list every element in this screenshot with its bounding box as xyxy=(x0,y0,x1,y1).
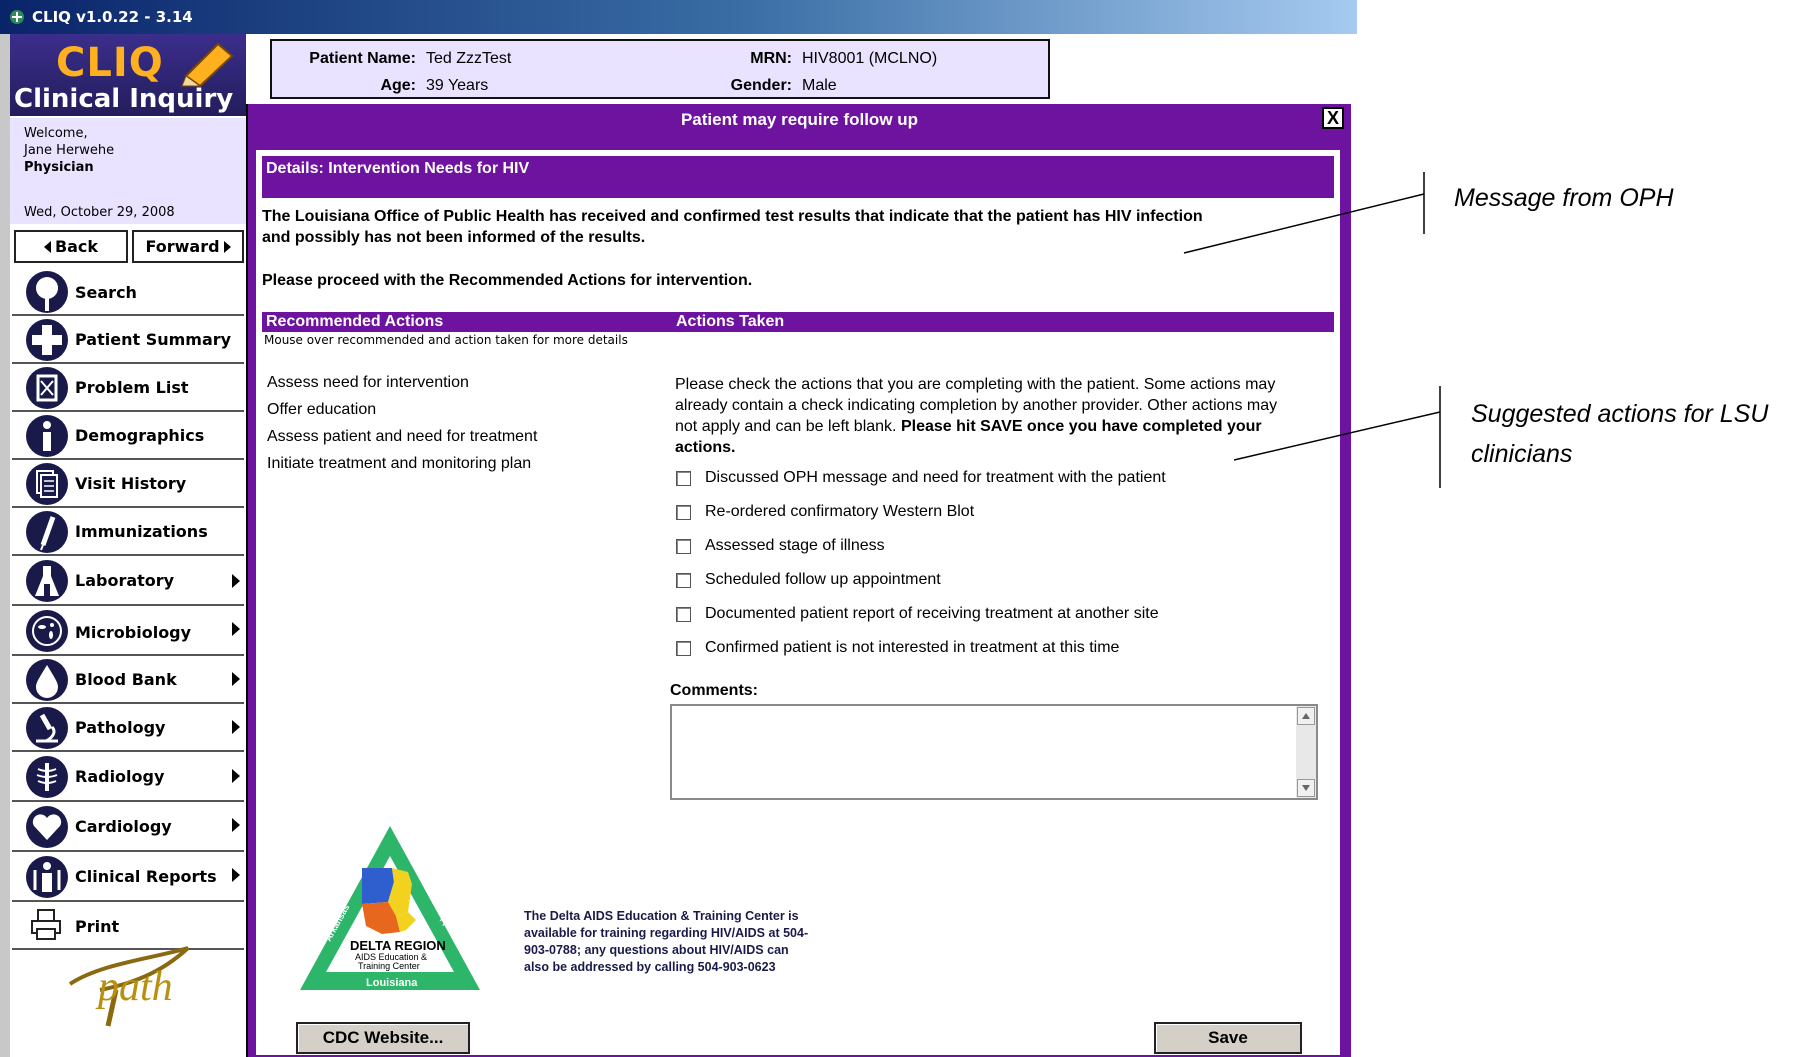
oph-annotation-pointer xyxy=(1183,193,1425,254)
annotation-lsu-line2: clinicians xyxy=(1471,440,1573,468)
lsu-annotation-pointer xyxy=(1233,411,1441,461)
annotation-lsu-line1: Suggested actions for LSU xyxy=(1471,400,1769,428)
annotation-lines xyxy=(1183,172,1441,488)
annotation-oph: Message from OPH xyxy=(1454,184,1674,212)
